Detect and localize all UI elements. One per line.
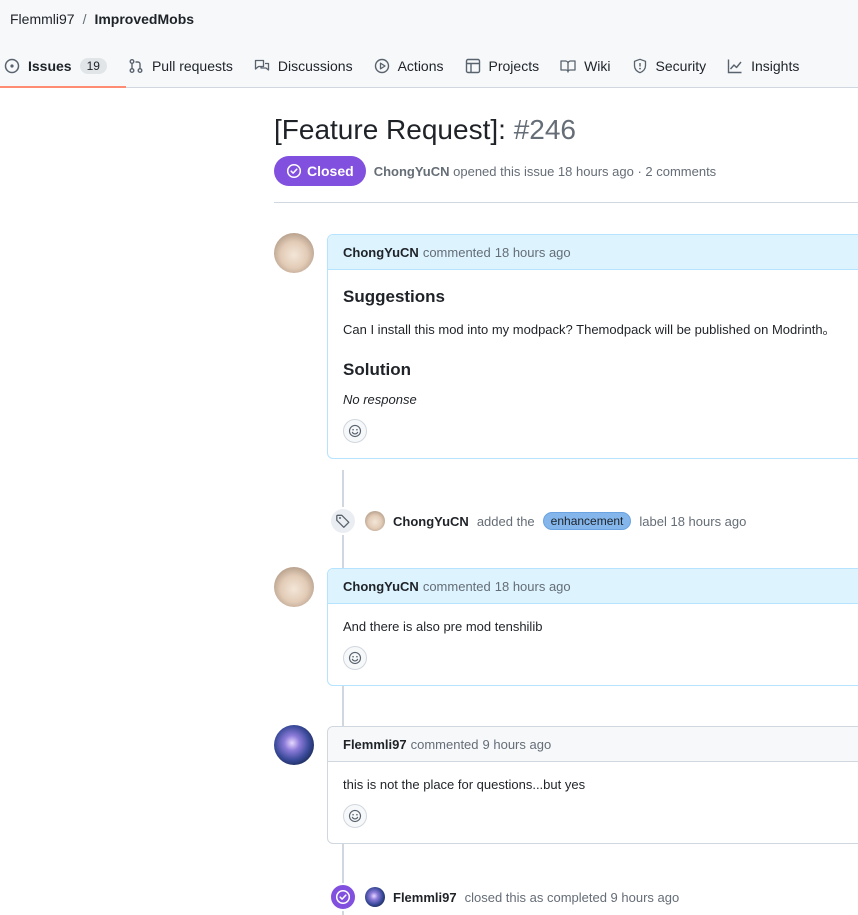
- tab-label: Wiki: [584, 58, 611, 74]
- tab-actions[interactable]: Actions: [370, 48, 455, 84]
- issue-author-link[interactable]: ChongYuCN: [374, 164, 450, 179]
- play-icon: [374, 58, 389, 74]
- comment-text: And there is also pre mod tenshilib: [343, 619, 543, 634]
- tab-issues[interactable]: Issues 19: [0, 48, 126, 88]
- issues-count-badge: 19: [79, 58, 107, 74]
- avatar[interactable]: [365, 511, 385, 531]
- issue-state-badge: Closed: [274, 156, 366, 186]
- smiley-icon: [348, 424, 362, 438]
- title-divider: [274, 202, 858, 203]
- event-text: added the: [476, 513, 535, 529]
- issue-meta: ChongYuCN opened this issue 18 hours ago…: [374, 164, 717, 179]
- event-icon: [329, 507, 357, 535]
- shield-icon: [633, 58, 646, 74]
- event-text: label 18 hours ago: [639, 513, 747, 529]
- repo-owner-link[interactable]: Flemmli97: [10, 11, 75, 27]
- timeline-event-closed: Flemmli97 closed this as completed 9 hou…: [329, 883, 679, 911]
- event-actor-link[interactable]: Flemmli97: [393, 890, 457, 905]
- comment-heading: Suggestions: [343, 287, 446, 306]
- tab-pull-requests[interactable]: Pull requests: [124, 48, 244, 84]
- tab-projects[interactable]: Projects: [461, 48, 551, 84]
- comment-timestamp-link[interactable]: 18 hours ago: [495, 245, 571, 260]
- issue-title-text: [Feature Request]:: [274, 114, 506, 145]
- issue-state-label: Closed: [307, 163, 354, 179]
- tab-insights[interactable]: Insights: [723, 48, 810, 84]
- tab-label: Security: [655, 58, 707, 74]
- event-text: closed this as completed 9 hours ago: [464, 889, 680, 905]
- comment-body: And there is also pre mod tenshilib: [328, 604, 858, 670]
- tab-label: Insights: [751, 58, 800, 74]
- comment-action: commented: [422, 578, 491, 594]
- comment-body: Suggestions Can I install this mod into …: [328, 270, 858, 443]
- add-reaction-button[interactable]: [343, 419, 367, 443]
- tab-label: Pull requests: [151, 58, 233, 74]
- label-enhancement[interactable]: enhancement: [542, 512, 632, 530]
- issue-number: #246: [513, 114, 576, 145]
- comment-author-link[interactable]: ChongYuCN: [343, 245, 419, 260]
- repo-header: Flemmli97 / ImprovedMobs Issues 19 Pull …: [0, 0, 858, 88]
- comment-author-link[interactable]: ChongYuCN: [343, 579, 419, 594]
- comment-author-link[interactable]: Flemmli97: [343, 737, 407, 752]
- check-circle-icon: [286, 163, 302, 179]
- tab-label: Issues: [28, 58, 72, 74]
- avatar[interactable]: [365, 887, 385, 907]
- repo-nav-tabs: Issues 19 Pull requests Discussions Acti…: [0, 48, 816, 88]
- repo-name-link[interactable]: ImprovedMobs: [94, 11, 194, 27]
- comment-heading: Solution: [343, 360, 411, 379]
- smiley-icon: [348, 651, 362, 665]
- smiley-icon: [348, 809, 362, 823]
- comment-text: Can I install this mod into my modpack? …: [343, 322, 836, 337]
- tag-icon: [336, 514, 350, 528]
- comment-timestamp-link[interactable]: 18 hours ago: [495, 579, 571, 594]
- tab-label: Discussions: [277, 58, 353, 74]
- tab-wiki[interactable]: Wiki: [556, 48, 621, 84]
- book-icon: [560, 60, 576, 73]
- event-icon: [329, 883, 357, 911]
- git-pull-request-icon: [129, 59, 143, 73]
- tab-discussions[interactable]: Discussions: [250, 48, 364, 84]
- comment-action: commented: [410, 736, 479, 752]
- graph-icon: [727, 59, 742, 74]
- add-reaction-button[interactable]: [343, 804, 367, 828]
- comment-body: this is not the place for questions...bu…: [328, 762, 858, 828]
- issue-meta-text: opened this issue 18 hours ago · 2 comme…: [453, 163, 717, 179]
- tab-label: Projects: [488, 58, 540, 74]
- comment-header: ChongYuCN commented 18 hours ago: [328, 569, 858, 604]
- comment-header: Flemmli97 commented 9 hours ago: [328, 727, 858, 762]
- tab-label: Actions: [397, 58, 444, 74]
- issue-opened-icon: [4, 58, 20, 74]
- timeline-line: [342, 470, 344, 915]
- comment-action: commented: [422, 244, 491, 260]
- event-actor-link[interactable]: ChongYuCN: [393, 514, 469, 529]
- tab-security[interactable]: Security: [628, 48, 718, 84]
- breadcrumb-separator: /: [82, 11, 87, 27]
- check-circle-icon: [335, 889, 351, 905]
- avatar[interactable]: [274, 725, 314, 765]
- comment-text: No response: [343, 392, 417, 407]
- comment-box: ChongYuCN commented 18 hours ago And the…: [327, 568, 858, 686]
- issue-state-row: Closed ChongYuCN opened this issue 18 ho…: [274, 156, 716, 186]
- comment-timestamp-link[interactable]: 9 hours ago: [483, 737, 552, 752]
- timeline-event-labeled: ChongYuCN added the enhancement label 18…: [329, 507, 746, 535]
- avatar[interactable]: [274, 567, 314, 607]
- comment-header: ChongYuCN commented 18 hours ago: [328, 235, 858, 270]
- issue-title: [Feature Request]: #246: [274, 114, 576, 146]
- table-icon: [465, 58, 480, 74]
- comment-discussion-icon: [254, 59, 270, 71]
- avatar[interactable]: [274, 233, 314, 273]
- comment-box: Flemmli97 commented 9 hours ago this is …: [327, 726, 858, 844]
- comment-box: ChongYuCN commented 18 hours ago Suggest…: [327, 234, 858, 459]
- comment-text: this is not the place for questions...bu…: [343, 777, 586, 792]
- add-reaction-button[interactable]: [343, 646, 367, 670]
- breadcrumb: Flemmli97 / ImprovedMobs: [10, 11, 194, 27]
